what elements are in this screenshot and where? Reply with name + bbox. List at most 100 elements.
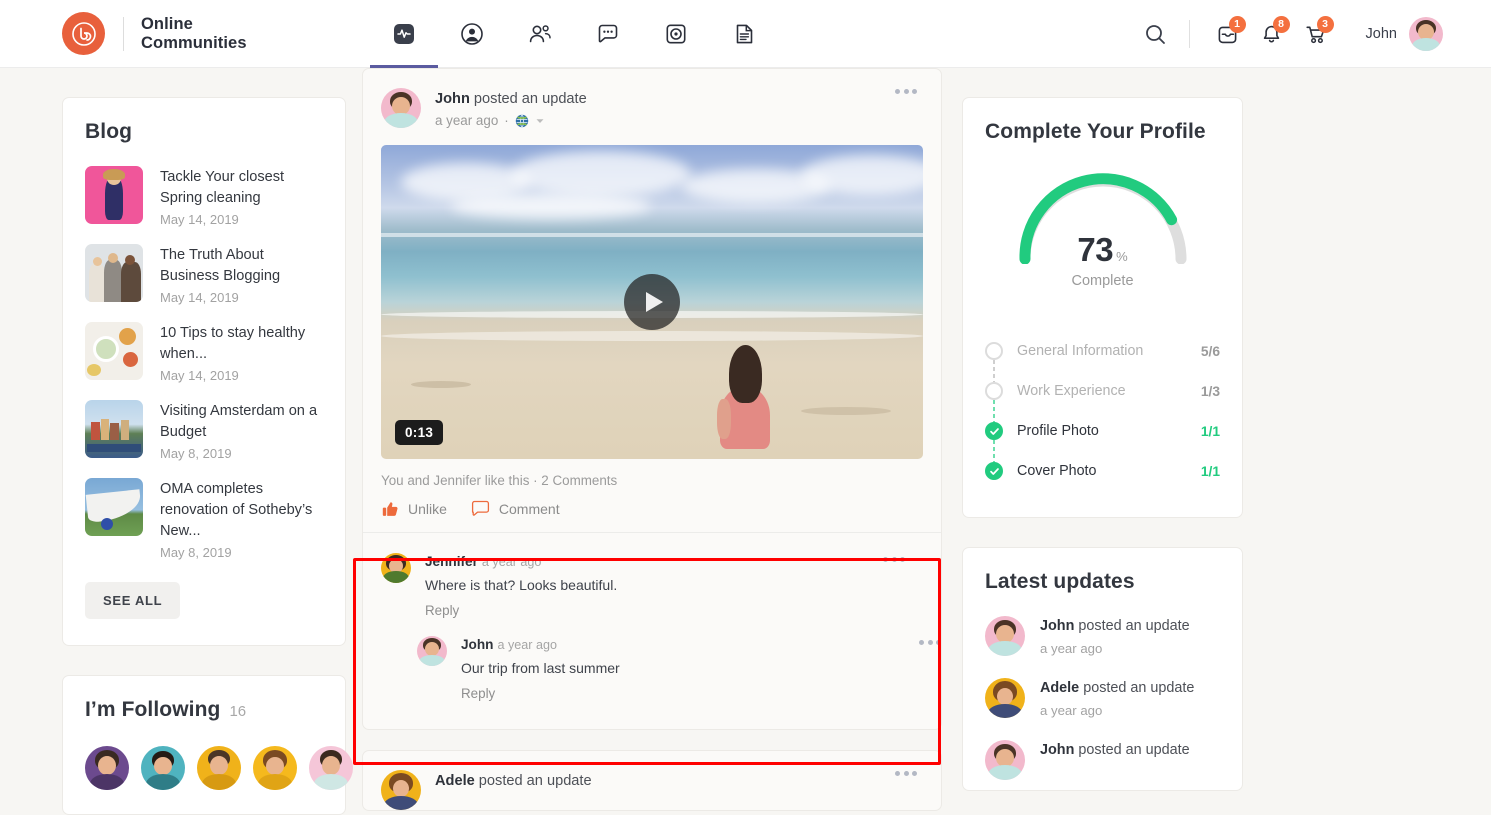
- avatar[interactable]: [1409, 17, 1443, 51]
- list-item[interactable]: John posted an update: [985, 740, 1220, 780]
- comment-bubble-icon: [471, 500, 490, 518]
- avatar-teal[interactable]: [141, 746, 185, 790]
- left-sidebar: Blog Tackle Your closest Spring cleaning…: [62, 97, 353, 815]
- comment-time: a year ago: [497, 638, 557, 652]
- avatar[interactable]: [381, 770, 421, 810]
- nav-item-media[interactable]: [642, 0, 710, 68]
- see-all-button[interactable]: SEE ALL: [85, 582, 181, 619]
- comment-author[interactable]: John: [461, 637, 493, 652]
- gauge-value-row: 73%: [985, 231, 1220, 269]
- brand-divider: [123, 16, 124, 51]
- profile-step-profile-photo[interactable]: Profile Photo 1/1: [985, 411, 1220, 462]
- step-bullet-icon: [985, 342, 1003, 360]
- more-options-icon[interactable]: [915, 636, 945, 649]
- post-video[interactable]: 0:13: [381, 145, 923, 459]
- update-action: posted an update: [1074, 742, 1190, 758]
- nav-item-activity[interactable]: [370, 0, 438, 68]
- avatar-purple[interactable]: [85, 746, 129, 790]
- more-options-icon[interactable]: [879, 553, 909, 566]
- blog-item-title[interactable]: Visiting Amsterdam on a Budget: [160, 401, 323, 443]
- avatar-amber[interactable]: [253, 746, 297, 790]
- list-item[interactable]: John posted an update a year ago: [985, 616, 1220, 656]
- update-text: Adele posted an update a year ago: [1040, 678, 1194, 718]
- avatar[interactable]: [381, 88, 421, 128]
- more-options-icon[interactable]: [891, 85, 921, 98]
- cart-badge: 3: [1316, 16, 1334, 33]
- post-author[interactable]: Adele: [435, 773, 475, 789]
- blog-widget-title: Blog: [85, 120, 133, 143]
- notifications-button[interactable]: 8: [1250, 14, 1294, 54]
- blog-item-title[interactable]: 10 Tips to stay healthy when...: [160, 323, 323, 365]
- list-item[interactable]: The Truth About Business Blogging May 14…: [85, 244, 323, 305]
- avatar-yellow[interactable]: [197, 746, 241, 790]
- avatar[interactable]: [381, 553, 411, 583]
- unlike-button[interactable]: Unlike: [381, 500, 447, 518]
- search-button[interactable]: [1139, 17, 1173, 51]
- play-icon[interactable]: [624, 274, 680, 330]
- header-divider: [1188, 20, 1190, 48]
- nav-item-documents[interactable]: [710, 0, 778, 68]
- step-label: Cover Photo: [1017, 463, 1097, 479]
- nav-item-members[interactable]: [506, 0, 574, 68]
- avatar[interactable]: [985, 678, 1025, 718]
- comment-button[interactable]: Comment: [471, 500, 560, 518]
- avatar[interactable]: [985, 616, 1025, 656]
- more-options-icon[interactable]: [891, 767, 921, 780]
- chat-bubble-icon: [595, 21, 621, 47]
- comment-reply-button[interactable]: Reply: [461, 686, 620, 701]
- nav-item-profile[interactable]: [438, 0, 506, 68]
- complete-profile-widget: Complete Your Profile 73% Complete Gener…: [962, 97, 1243, 518]
- following-widget: I’m Following 16: [62, 675, 353, 815]
- following-widget-title: I’m Following: [85, 698, 221, 721]
- gauge-center-label: 73% Complete: [985, 231, 1220, 289]
- blog-thumbnail: [85, 322, 143, 380]
- list-item[interactable]: Adele posted an update a year ago: [985, 678, 1220, 718]
- nav-item-messages[interactable]: [574, 0, 642, 68]
- face-graphic: [85, 746, 129, 790]
- list-item[interactable]: OMA completes renovation of Sotheby’s Ne…: [85, 478, 323, 560]
- avatar[interactable]: [985, 740, 1025, 780]
- profile-step-work-experience[interactable]: Work Experience 1/3: [985, 371, 1220, 422]
- list-item[interactable]: 10 Tips to stay healthy when... May 14, …: [85, 322, 323, 383]
- update-author[interactable]: John: [1040, 618, 1074, 634]
- brand-name: Online Communities: [141, 14, 247, 52]
- activity-post-next: Adele posted an update: [362, 750, 942, 811]
- profile-step-cover-photo[interactable]: Cover Photo 1/1: [985, 451, 1220, 491]
- post-header-text: John posted an update a year ago ·: [435, 88, 587, 128]
- blog-item-title[interactable]: Tackle Your closest Spring cleaning: [160, 167, 323, 209]
- post-meta: a year ago ·: [435, 113, 587, 128]
- people-group-icon: [527, 21, 554, 47]
- list-item[interactable]: Tackle Your closest Spring cleaning May …: [85, 166, 323, 227]
- step-bullet-icon: [985, 382, 1003, 400]
- blog-text: Tackle Your closest Spring cleaning May …: [160, 166, 323, 227]
- adele-avatar: [985, 678, 1025, 718]
- update-line: John posted an update: [1040, 741, 1190, 760]
- blog-text: 10 Tips to stay healthy when... May 14, …: [160, 322, 323, 383]
- activity-post: John posted an update a year ago · 0:13 …: [362, 68, 942, 730]
- cart-button[interactable]: 3: [1294, 14, 1338, 54]
- blog-thumbnail: [85, 400, 143, 458]
- post-likes-summary: You and Jennifer like this · 2 Comments: [381, 473, 618, 488]
- blog-item-title[interactable]: The Truth About Business Blogging: [160, 245, 323, 287]
- gauge-complete-label: Complete: [1071, 273, 1134, 289]
- inbox-button[interactable]: 1: [1206, 14, 1250, 54]
- update-author[interactable]: Adele: [1040, 680, 1079, 696]
- globe-icon[interactable]: [515, 113, 529, 128]
- list-item[interactable]: Visiting Amsterdam on a Budget May 8, 20…: [85, 400, 323, 461]
- update-line: Adele posted an update: [1040, 679, 1194, 698]
- comment-reply-button[interactable]: Reply: [425, 603, 617, 618]
- notifications-badge: 8: [1272, 16, 1290, 33]
- brand[interactable]: Online Communities: [62, 12, 247, 55]
- avatar[interactable]: [417, 636, 447, 666]
- profile-step-general-information[interactable]: General Information 5/6: [985, 331, 1220, 382]
- update-time: a year ago: [1040, 641, 1103, 656]
- update-author[interactable]: John: [1040, 742, 1074, 758]
- blog-widget: Blog Tackle Your closest Spring cleaning…: [62, 97, 346, 646]
- following-count: 16: [229, 703, 247, 720]
- blog-item-title[interactable]: OMA completes renovation of Sotheby’s Ne…: [160, 479, 323, 542]
- comment-author[interactable]: Jennifer: [425, 554, 478, 569]
- caret-down-icon[interactable]: [535, 116, 545, 126]
- post-author[interactable]: John: [435, 91, 470, 107]
- avatar-pink[interactable]: [309, 746, 353, 790]
- post-author-line: Adele posted an update: [435, 771, 592, 791]
